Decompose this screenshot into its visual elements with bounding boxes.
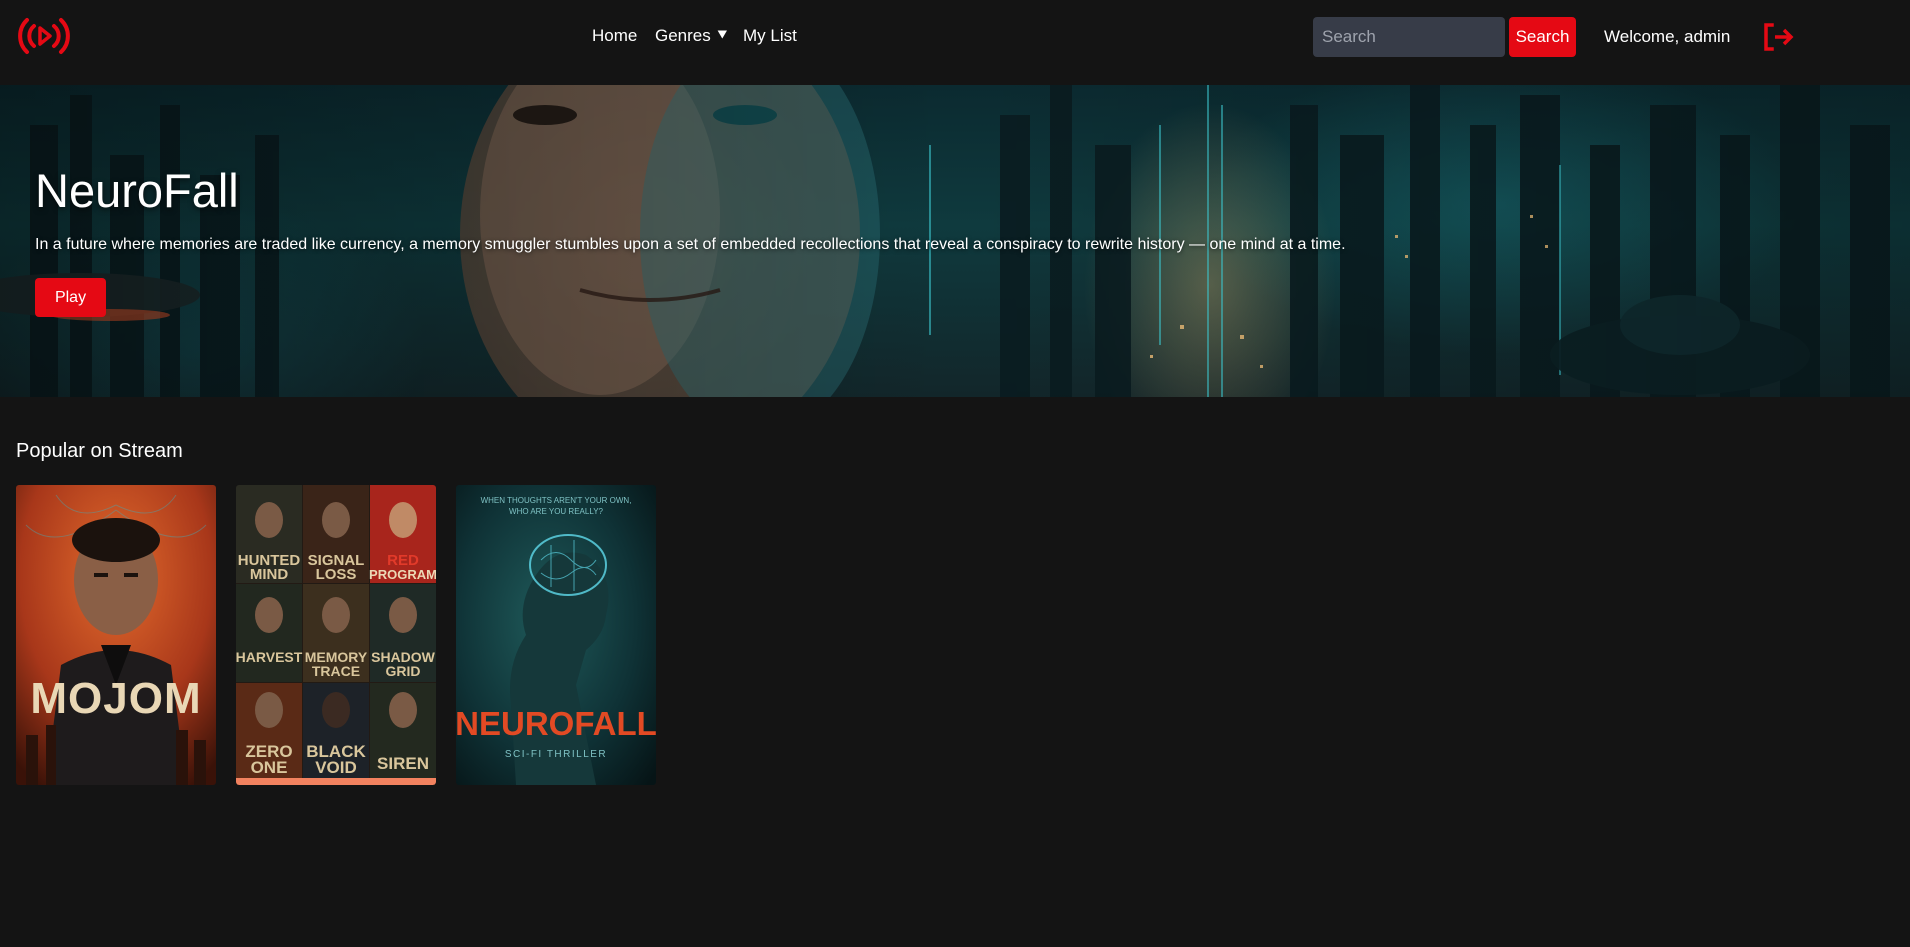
search-button[interactable]: Search xyxy=(1509,17,1576,57)
poster-title: NEUROFALL xyxy=(456,705,656,742)
poster-card[interactable]: WHEN THOUGHTS AREN'T YOUR OWN, WHO ARE Y… xyxy=(456,485,656,785)
poster-title: MOJOM xyxy=(30,674,201,723)
hero-description: In a future where memories are traded li… xyxy=(35,236,1346,253)
tile-title: VOID xyxy=(315,758,357,777)
tile-title: HARVEST xyxy=(236,649,303,665)
play-button[interactable]: Play xyxy=(35,278,106,317)
hero-banner: NeuroFall In a future where memories are… xyxy=(0,85,1910,397)
tile-title: ONE xyxy=(251,758,288,777)
poster-image: HUNTED MIND SIGNAL LOSS RED PROGRAM HARV… xyxy=(236,485,436,785)
poster-tagline: WHO ARE YOU REALLY? xyxy=(509,507,604,516)
poster-card[interactable]: MOJOM xyxy=(16,485,216,785)
tile-title: PROGRAM xyxy=(369,567,436,582)
section-title-popular: Popular on Stream xyxy=(16,440,183,462)
poster-subtitle: SCI-FI THRILLER xyxy=(505,749,607,760)
nav-my-list-link[interactable]: My List xyxy=(743,26,797,46)
tile-title: LOSS xyxy=(316,566,357,583)
broadcast-play-icon[interactable] xyxy=(17,15,71,57)
top-navbar: Home Genres ⯆ My List Search Welcome, ad… xyxy=(0,0,1910,85)
poster-card[interactable]: HUNTED MIND SIGNAL LOSS RED PROGRAM HARV… xyxy=(236,485,436,785)
nav-genres-dropdown[interactable]: Genres ⯆ xyxy=(655,26,729,46)
nav-home-link[interactable]: Home xyxy=(592,26,637,46)
hover-indicator xyxy=(236,778,436,785)
poster-tagline: WHEN THOUGHTS AREN'T YOUR OWN, xyxy=(481,496,632,505)
poster-image: WHEN THOUGHTS AREN'T YOUR OWN, WHO ARE Y… xyxy=(456,485,656,785)
tile-title: TRACE xyxy=(312,663,360,679)
welcome-text: Welcome, admin xyxy=(1604,27,1731,46)
logout-icon[interactable] xyxy=(1763,22,1795,52)
hero-title: NeuroFall xyxy=(35,164,239,217)
tile-title: GRID xyxy=(386,663,421,679)
tile-title: SIREN xyxy=(377,754,429,773)
tile-title: MIND xyxy=(250,566,288,583)
poster-image: MOJOM xyxy=(16,485,216,785)
search-input[interactable] xyxy=(1313,17,1505,57)
